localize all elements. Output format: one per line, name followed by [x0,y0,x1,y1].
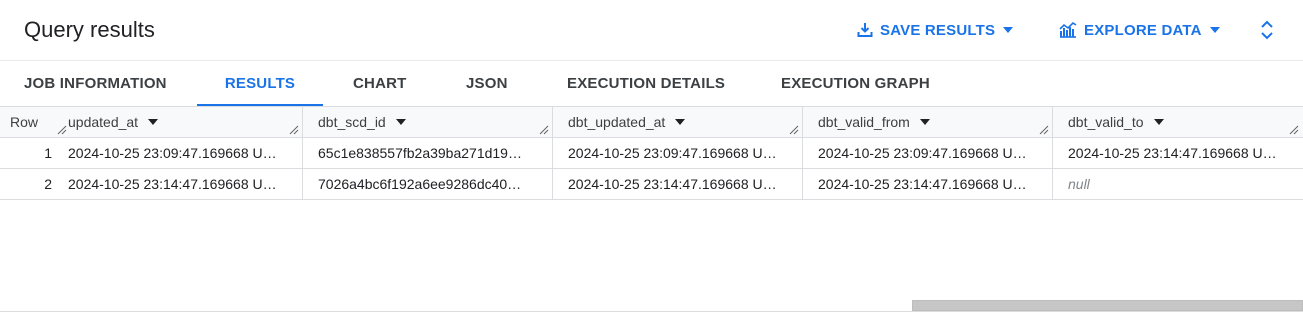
resize-handle-icon[interactable] [1039,125,1049,135]
download-icon [856,21,874,39]
table-cell[interactable]: 2024-10-25 23:09:47.169668 U… [68,138,296,168]
column-header-label: dbt_scd_id [318,114,386,130]
column-divider [302,169,303,199]
chevron-down-icon [1209,27,1220,33]
resize-handle-icon[interactable] [539,125,549,135]
column-divider [802,169,803,199]
column-divider [802,107,803,137]
table-cell[interactable]: 2024-10-25 23:14:47.169668 U… [818,169,1046,199]
table-cell[interactable]: 2024-10-25 23:09:47.169668 U… [568,138,796,168]
column-header-label: updated_at [68,114,139,130]
tab-execution-details[interactable]: EXECUTION DETAILS [567,61,725,107]
column-divider [802,138,803,168]
sort-icon[interactable] [675,119,686,126]
column-header-label: dbt_valid_from [818,114,910,130]
results-table: Row updated_at dbt_scd_id dbt_updated_at… [0,106,1303,200]
row-column-header: Row [10,114,39,130]
results-header: Query results SAVE RESULTS EXPLORE DATA [0,0,1303,60]
unfold-icon[interactable] [1260,18,1280,42]
resize-handle-icon[interactable] [57,125,67,135]
column-divider [302,138,303,168]
sort-icon[interactable] [919,119,930,126]
table-row: 1 2024-10-25 23:09:47.169668 U… 65c1e838… [0,138,1303,169]
chevron-down-icon [1003,27,1014,33]
column-divider [552,138,553,168]
table-cell[interactable]: 2024-10-25 23:09:47.169668 U… [818,138,1046,168]
sort-icon[interactable] [395,119,406,126]
resize-handle-icon[interactable] [289,125,299,135]
horizontal-scrollbar[interactable] [912,300,1303,311]
column-header-dbt-scd-id[interactable]: dbt_scd_id [318,107,538,137]
row-number: 1 [44,145,52,161]
column-header-dbt-updated-at[interactable]: dbt_updated_at [568,107,788,137]
explore-data-button[interactable]: EXPLORE DATA [1058,18,1220,42]
table-cell[interactable]: 7026a4bc6f192a6ee9286dc40… [318,169,546,199]
table-cell[interactable]: 2024-10-25 23:14:47.169668 U… [68,169,296,199]
page-title: Query results [24,17,155,42]
column-header-label: dbt_updated_at [568,114,666,130]
tab-chart[interactable]: CHART [353,61,406,107]
null-value-cell[interactable]: null [1068,169,1296,199]
column-divider [552,107,553,137]
column-header-label: dbt_valid_to [1068,114,1144,130]
column-divider [552,169,553,199]
tab-execution-graph[interactable]: EXECUTION GRAPH [781,61,930,107]
table-cell[interactable]: 2024-10-25 23:14:47.169668 U… [1068,138,1296,168]
tab-results[interactable]: RESULTS [197,61,323,107]
save-results-label: SAVE RESULTS [880,21,996,39]
column-header-dbt-valid-from[interactable]: dbt_valid_from [818,107,1038,137]
column-divider [302,107,303,137]
column-divider [1052,107,1053,137]
column-header-updated-at[interactable]: updated_at [68,107,288,137]
column-divider [1052,138,1053,168]
chart-icon [1058,21,1078,39]
row-number: 2 [44,176,52,192]
resize-handle-icon[interactable] [789,125,799,135]
save-results-button[interactable]: SAVE RESULTS [856,18,1014,42]
sort-icon[interactable] [1153,119,1164,126]
column-header-dbt-valid-to[interactable]: dbt_valid_to [1068,107,1288,137]
tab-json[interactable]: JSON [466,61,507,107]
results-tabs: JOB INFORMATION RESULTS CHART JSON EXECU… [0,60,1303,107]
explore-data-label: EXPLORE DATA [1084,21,1202,39]
resize-handle-icon[interactable] [1289,125,1299,135]
table-cell[interactable]: 65c1e838557fb2a39ba271d19… [318,138,546,168]
tab-job-information[interactable]: JOB INFORMATION [24,61,167,107]
table-row: 2 2024-10-25 23:14:47.169668 U… 7026a4bc… [0,169,1303,200]
divider [0,311,1303,312]
table-cell[interactable]: 2024-10-25 23:14:47.169668 U… [568,169,796,199]
table-header-row: Row updated_at dbt_scd_id dbt_updated_at… [0,106,1303,138]
column-divider [1052,169,1053,199]
sort-icon[interactable] [148,119,159,126]
